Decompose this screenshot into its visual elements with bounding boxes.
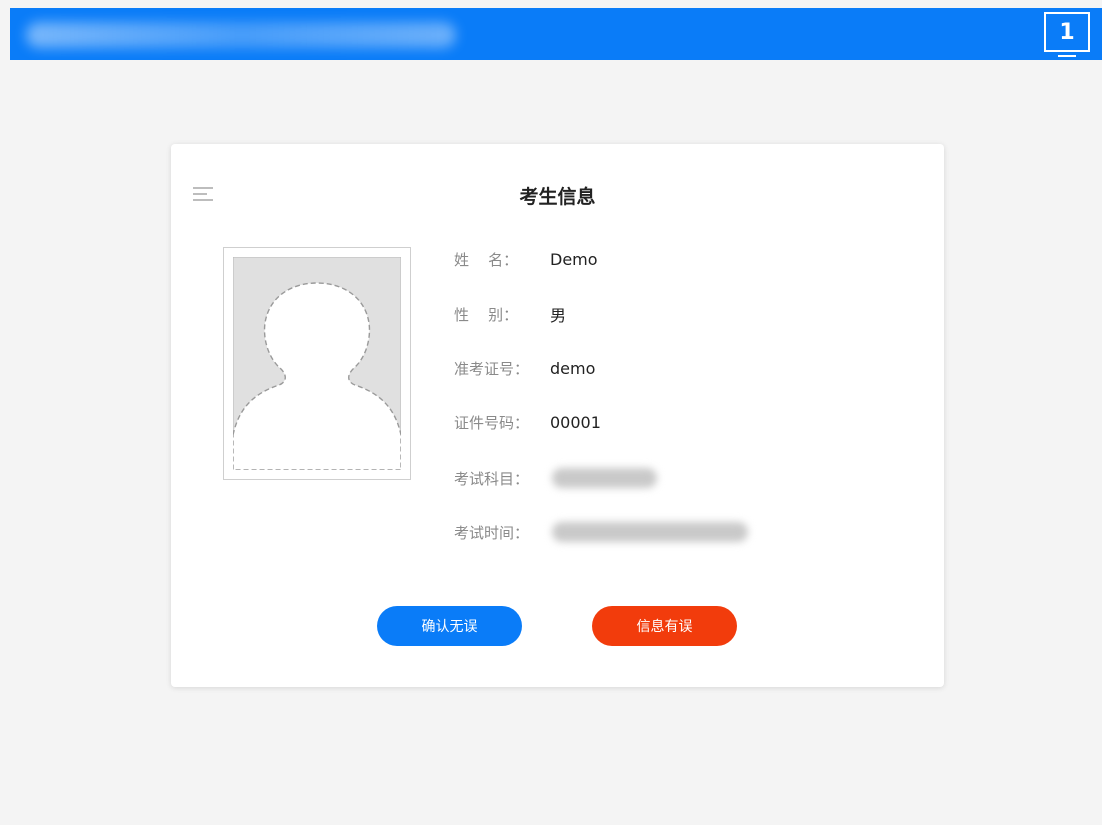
avatar-placeholder-icon <box>233 257 401 470</box>
exam-time-value-redacted <box>552 522 748 542</box>
screen-number-badge[interactable]: 1 <box>1044 12 1090 57</box>
subject-label: 考试科目： <box>454 469 530 488</box>
admission-number-value: demo <box>550 358 596 378</box>
name-label: 姓 名： <box>454 250 519 269</box>
candidate-photo <box>223 247 411 480</box>
blurred-exam-title <box>26 22 456 48</box>
screen-number: 1 <box>1059 19 1075 45</box>
admission-number-label: 准考证号： <box>454 359 530 378</box>
report-error-button[interactable]: 信息有误 <box>592 606 737 646</box>
confirm-button[interactable]: 确认无误 <box>377 606 522 646</box>
id-number-value: 00001 <box>550 412 601 432</box>
info-row-gender: 性 别： 男 <box>454 302 566 326</box>
id-number-label: 证件号码： <box>454 413 530 432</box>
candidate-info-card: 考生信息 姓 名： Demo 性 别： 男 准考证号： demo 证件号码： 0… <box>171 144 944 687</box>
subject-value-redacted <box>552 468 657 488</box>
exam-time-label: 考试时间： <box>454 523 530 542</box>
info-row-subject: 考试科目： <box>454 466 657 490</box>
info-row-name: 姓 名： Demo <box>454 247 598 271</box>
card-title: 考生信息 <box>519 186 596 208</box>
name-value: Demo <box>550 249 598 269</box>
top-bar: 1 <box>10 8 1102 60</box>
info-row-exam-time: 考试时间： <box>454 520 748 544</box>
info-row-admission-number: 准考证号： demo <box>454 356 595 380</box>
gender-value: 男 <box>550 306 567 325</box>
info-row-id-number: 证件号码： 00001 <box>454 410 601 434</box>
gender-label: 性 别： <box>454 305 519 324</box>
